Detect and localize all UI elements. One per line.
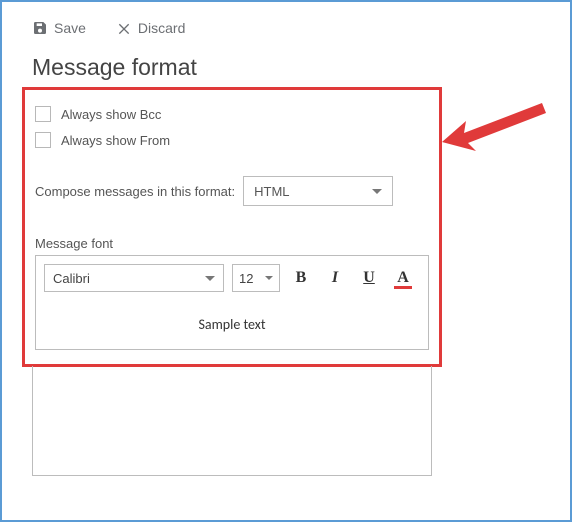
highlight-annotation: Always show Bcc Always show From Compose…: [22, 87, 442, 367]
underline-button[interactable]: U: [356, 265, 382, 291]
bold-button[interactable]: B: [288, 265, 314, 291]
font-size-select[interactable]: 12: [232, 264, 280, 292]
font-color-button[interactable]: A: [390, 265, 416, 291]
discard-button[interactable]: Discard: [116, 20, 185, 36]
font-family-select[interactable]: Calibri: [44, 264, 224, 292]
sample-text: Sample text: [36, 300, 428, 349]
always-show-from-row[interactable]: Always show From: [35, 132, 429, 148]
discard-label: Discard: [138, 20, 185, 36]
save-icon: [32, 20, 48, 36]
save-label: Save: [54, 20, 86, 36]
toolbar: Save Discard: [32, 20, 540, 36]
always-show-bcc-checkbox[interactable]: [35, 106, 51, 122]
discard-icon: [116, 20, 132, 36]
always-show-bcc-label: Always show Bcc: [61, 107, 161, 122]
font-toolbar: Calibri 12 B I U A: [36, 256, 428, 300]
font-family-value: Calibri: [53, 271, 90, 286]
compose-format-select[interactable]: HTML: [243, 176, 393, 206]
compose-format-row: Compose messages in this format: HTML: [35, 176, 429, 206]
annotation-arrow-icon: [442, 97, 562, 157]
chevron-down-icon: [265, 276, 273, 280]
preview-area: [32, 366, 432, 476]
chevron-down-icon: [372, 189, 382, 194]
always-show-from-checkbox[interactable]: [35, 132, 51, 148]
always-show-from-label: Always show From: [61, 133, 170, 148]
font-size-value: 12: [239, 271, 253, 286]
page-title: Message format: [32, 54, 540, 81]
save-button[interactable]: Save: [32, 20, 86, 36]
always-show-bcc-row[interactable]: Always show Bcc: [35, 106, 429, 122]
compose-format-value: HTML: [254, 184, 289, 199]
chevron-down-icon: [205, 276, 215, 281]
compose-format-label: Compose messages in this format:: [35, 184, 235, 199]
message-font-panel: Calibri 12 B I U A Sample text: [35, 255, 429, 350]
message-font-label: Message font: [35, 236, 429, 251]
italic-button[interactable]: I: [322, 265, 348, 291]
